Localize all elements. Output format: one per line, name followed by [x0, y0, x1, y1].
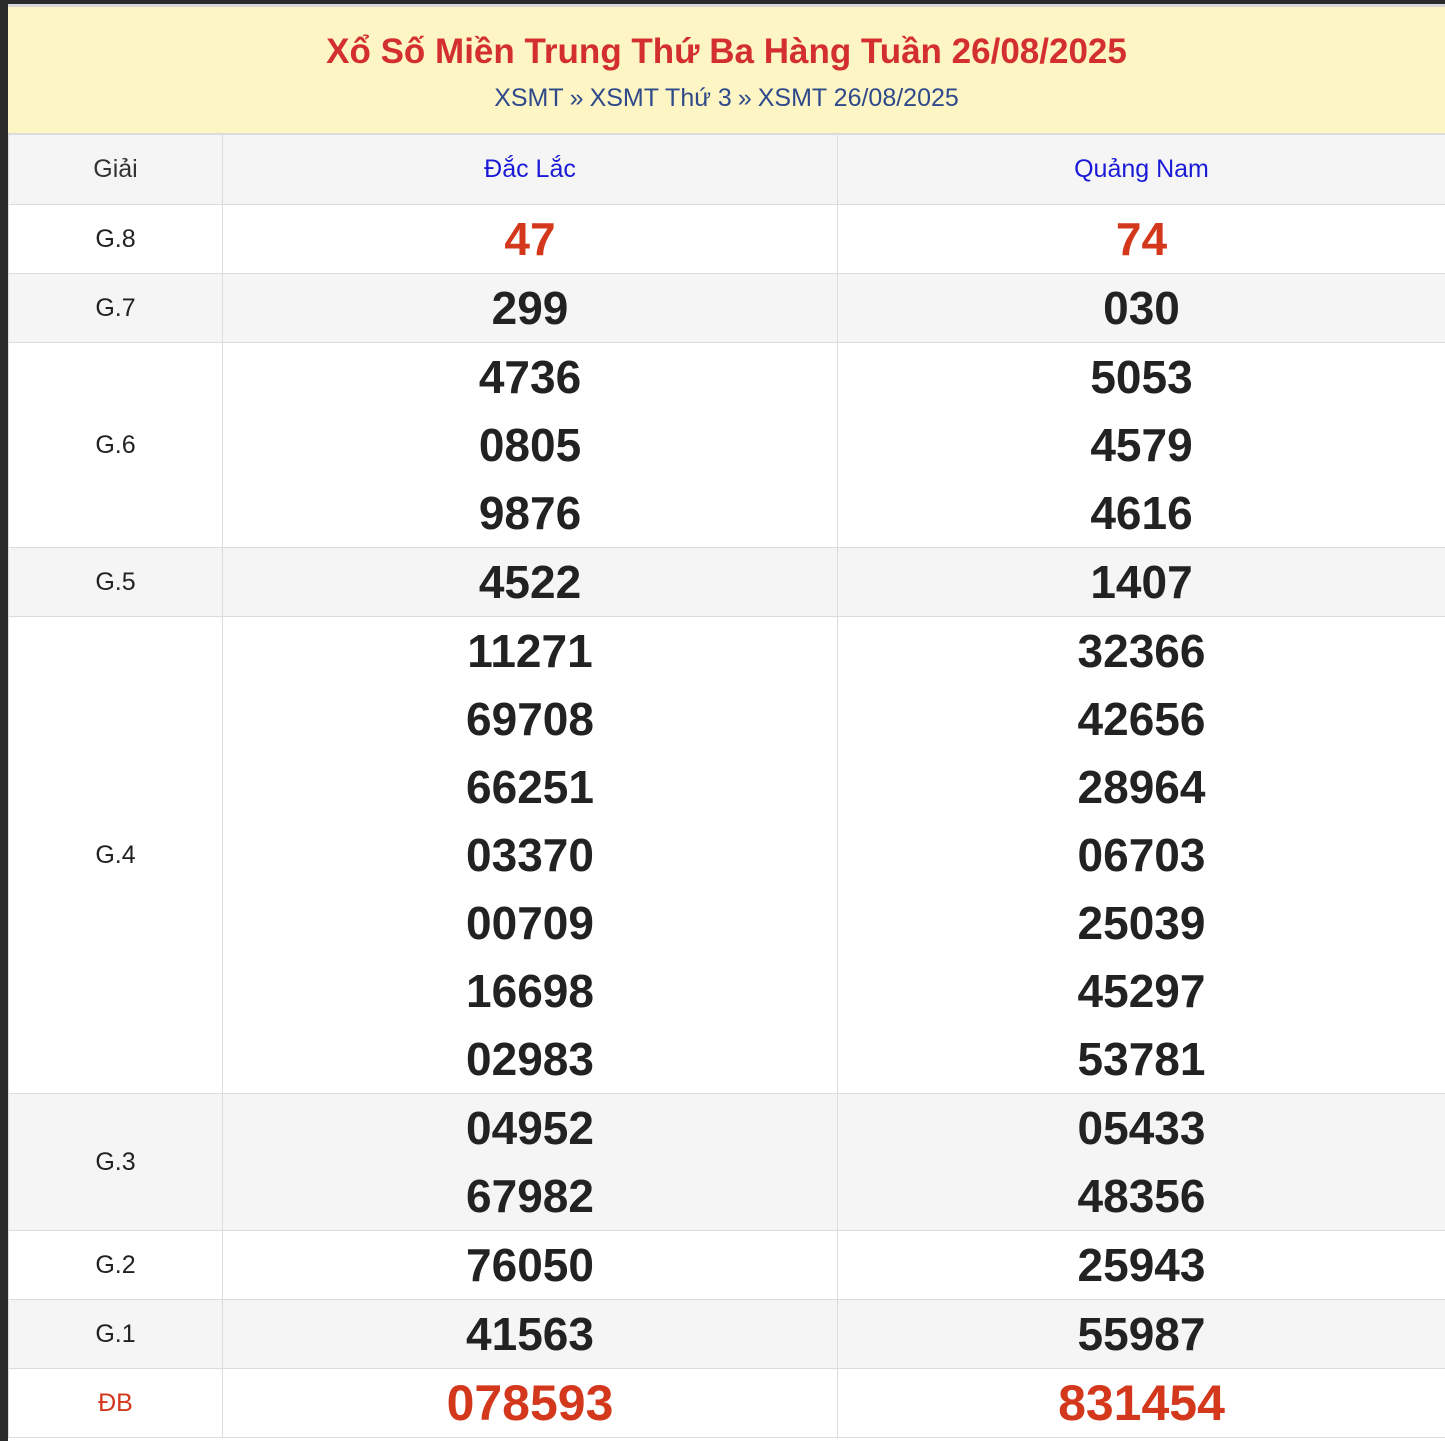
lottery-number: 42656 [1077, 693, 1206, 745]
prize-label: ĐB [8, 1368, 223, 1438]
results-cell-quang-nam: 32366 42656 28964 06703 25039 45297 53781 [837, 616, 1445, 1094]
lottery-number: 45297 [1077, 965, 1206, 1017]
lottery-number: 25039 [1077, 897, 1206, 949]
results-cell-dac-lac: 4522 [222, 547, 838, 617]
table-row: G.1 41563 55987 [8, 1299, 1445, 1369]
lottery-number: 4736 [478, 351, 582, 403]
lottery-number: 4579 [1090, 419, 1193, 471]
lottery-number: 67982 [466, 1170, 594, 1222]
results-cell-dac-lac: 299 [222, 273, 838, 343]
table-row: G.6 4736 0805 9876 5053 4579 4616 [8, 342, 1445, 548]
results-cell-dac-lac: 47 [222, 204, 838, 274]
results-cell-quang-nam: 05433 48356 [837, 1093, 1445, 1231]
results-cell-quang-nam: 5053 4579 4616 [837, 342, 1445, 548]
lottery-number: 1407 [1090, 556, 1193, 608]
results-cell-dac-lac: 4736 0805 9876 [222, 342, 838, 548]
results-cell-dac-lac: 11271 69708 66251 03370 00709 16698 02983 [222, 616, 838, 1094]
lottery-number: 02983 [466, 1033, 594, 1085]
results-cell-quang-nam: 030 [837, 273, 1445, 343]
lottery-number: 00709 [466, 897, 594, 949]
lottery-number: 4616 [1090, 487, 1193, 539]
lottery-number: 0805 [478, 419, 582, 471]
special-prize-number: 078593 [446, 1375, 614, 1431]
prize-label: G.8 [8, 204, 223, 274]
results-cell-quang-nam: 25943 [837, 1230, 1445, 1300]
lottery-number: 16698 [466, 965, 594, 1017]
lottery-number: 53781 [1077, 1033, 1206, 1085]
breadcrumb-link-xsmt-date[interactable]: XSMT 26/08/2025 [758, 84, 959, 112]
table-row: G.3 04952 67982 05433 48356 [8, 1093, 1445, 1231]
breadcrumb: XSMT» XSMT Thứ 3» XSMT 26/08/2025 [8, 83, 1445, 113]
lottery-number: 030 [1103, 282, 1180, 334]
breadcrumb-link-xsmt-weekday[interactable]: XSMT Thứ 3 [590, 84, 732, 112]
lottery-number: 05433 [1077, 1102, 1206, 1154]
lottery-number: 06703 [1077, 829, 1206, 881]
lottery-number: 03370 [466, 829, 594, 881]
results-cell-dac-lac: 078593 [222, 1368, 838, 1438]
lottery-number: 4522 [478, 556, 582, 608]
lottery-number: 04952 [466, 1102, 594, 1154]
breadcrumb-separator: » [569, 84, 584, 112]
lottery-number: 55987 [1077, 1308, 1206, 1360]
table-row: G.2 76050 25943 [8, 1230, 1445, 1300]
results-cell-quang-nam: 55987 [837, 1299, 1445, 1369]
prize-label: G.3 [8, 1093, 223, 1231]
special-prize-number: 831454 [1058, 1375, 1225, 1431]
table-header-row: Giải Đắc Lắc Quảng Nam [8, 134, 1445, 205]
prize-label: G.4 [8, 616, 223, 1094]
lottery-number: 47 [504, 213, 556, 265]
lottery-number: 48356 [1077, 1170, 1206, 1222]
prize-label: G.1 [8, 1299, 223, 1369]
results-table: Giải Đắc Lắc Quảng Nam G.8 47 74 G.7 299 030 G… [8, 134, 1445, 1438]
table-row: ĐB 078593 831454 [8, 1368, 1445, 1438]
province-header-dac-lac[interactable]: Đắc Lắc [222, 134, 838, 205]
lottery-number: 32366 [1077, 625, 1206, 677]
lottery-number: 66251 [466, 761, 594, 813]
results-cell-quang-nam: 74 [837, 204, 1445, 274]
lottery-number: 11271 [467, 625, 593, 677]
lottery-number: 28964 [1077, 761, 1206, 813]
results-cell-quang-nam: 1407 [837, 547, 1445, 617]
lottery-number: 299 [491, 282, 569, 334]
results-header: Xổ Số Miền Trung Thứ Ba Hàng Tuần 26/08/… [8, 4, 1445, 134]
results-cell-dac-lac: 76050 [222, 1230, 838, 1300]
table-row: G.5 4522 1407 [8, 547, 1445, 617]
province-header-quang-nam[interactable]: Quảng Nam [837, 134, 1445, 205]
table-row: G.8 47 74 [8, 204, 1445, 274]
prize-label: G.7 [8, 273, 223, 343]
prize-label: G.6 [8, 342, 223, 548]
lottery-number: 74 [1115, 213, 1168, 265]
prize-column-header: Giải [8, 134, 223, 205]
results-cell-dac-lac: 41563 [222, 1299, 838, 1369]
lottery-number: 5053 [1090, 351, 1193, 403]
lottery-number: 9876 [478, 487, 582, 539]
lottery-number: 41563 [466, 1308, 594, 1360]
prize-label: G.2 [8, 1230, 223, 1300]
table-row: G.4 11271 69708 66251 03370 00709 16698 02983 32… [8, 616, 1445, 1094]
table-row: G.7 299 030 [8, 273, 1445, 343]
breadcrumb-separator: » [737, 84, 752, 112]
lottery-number: 76050 [466, 1239, 594, 1291]
prize-label: G.5 [8, 547, 223, 617]
results-cell-dac-lac: 04952 67982 [222, 1093, 838, 1231]
lottery-number: 25943 [1077, 1239, 1206, 1291]
results-cell-quang-nam: 831454 [837, 1368, 1445, 1438]
lottery-number: 69708 [466, 693, 594, 745]
results-panel: Xổ Số Miền Trung Thứ Ba Hàng Tuần 26/08/… [8, 4, 1445, 1441]
page-title: Xổ Số Miền Trung Thứ Ba Hàng Tuần 26/08/… [326, 32, 1127, 71]
breadcrumb-link-xsmt[interactable]: XSMT [494, 84, 563, 112]
